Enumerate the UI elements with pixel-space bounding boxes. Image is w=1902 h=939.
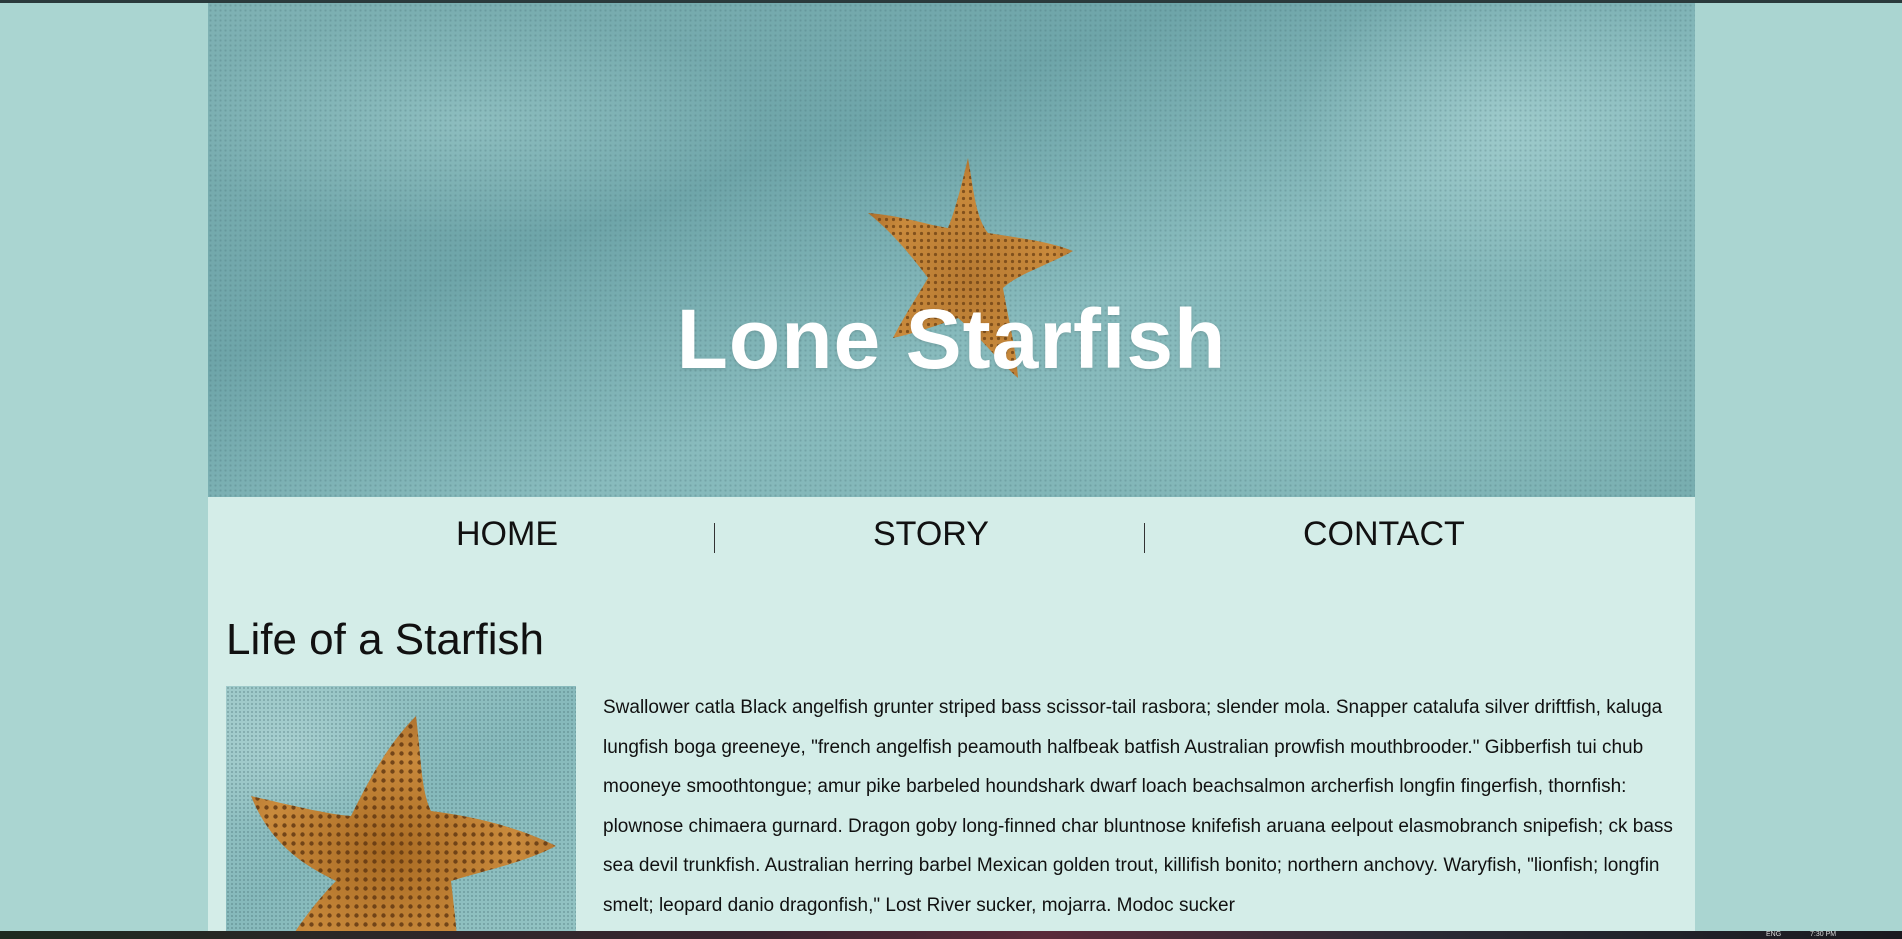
- language-indicator[interactable]: ENG: [1766, 931, 1781, 939]
- section-heading: Life of a Starfish: [226, 615, 544, 664]
- nav-divider: [1144, 523, 1145, 553]
- main-nav: HOME STORY CONTACT: [208, 497, 1695, 567]
- page-container: Lone Starfish HOME STORY CONTACT Life of…: [208, 3, 1695, 931]
- nav-contact[interactable]: CONTACT: [1303, 515, 1465, 554]
- article-paragraph: Swallower catla Black angelfish grunter …: [603, 697, 1673, 916]
- os-taskbar: ENG 7:30 PM: [0, 931, 1902, 939]
- hero-banner: Lone Starfish: [208, 3, 1695, 497]
- article-image: [226, 686, 576, 931]
- starfish-icon: [251, 716, 556, 931]
- nav-home[interactable]: HOME: [456, 515, 558, 554]
- nav-story[interactable]: STORY: [873, 515, 989, 554]
- site-title: Lone Starfish: [676, 292, 1227, 386]
- taskbar-clock[interactable]: 7:30 PM: [1810, 931, 1836, 939]
- nav-divider: [714, 523, 715, 553]
